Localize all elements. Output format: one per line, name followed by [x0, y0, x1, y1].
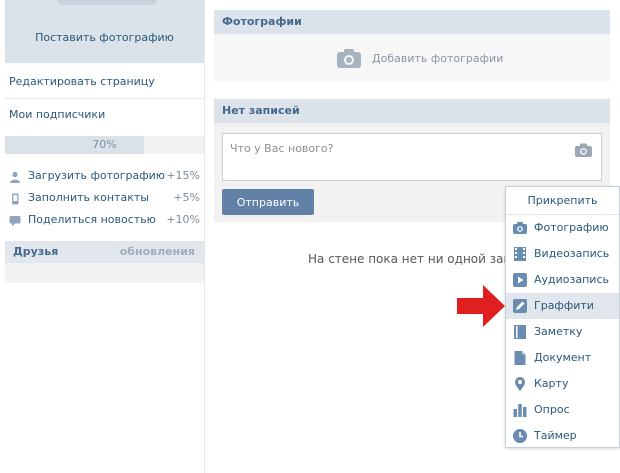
task-bonus: +5% [173, 191, 200, 204]
menu-label: Таймер [534, 429, 577, 442]
task-upload-photo[interactable]: Загрузить фотографию +15% [9, 169, 200, 185]
menu-label: Документ [534, 351, 592, 364]
profile-progress-bar: 70% [5, 136, 204, 154]
subscribers-link[interactable]: Мои подписчики [9, 108, 105, 121]
task-label: Загрузить фотографию [28, 169, 166, 182]
attach-document-item[interactable]: Документ [506, 345, 619, 371]
task-bonus: +10% [166, 213, 200, 226]
send-button[interactable]: Отправить [222, 189, 314, 215]
attach-menu: Прикрепить Фотографию Видеозапись Аудиоз… [505, 186, 620, 448]
menu-label: Фотографию [534, 221, 609, 234]
wall-header: Нет записей [214, 99, 610, 123]
attach-photo-item[interactable]: Фотографию [506, 215, 619, 241]
friends-updates-link[interactable]: обновления [120, 245, 195, 258]
set-photo-link[interactable]: Поставить фотографию [5, 31, 204, 44]
attach-photo-icon[interactable] [575, 143, 592, 157]
progress-percent: 70% [92, 138, 117, 151]
task-label: Поделиться новостью [28, 213, 156, 226]
task-label: Заполнить контакты [28, 191, 149, 204]
add-photos-label: Добавить фотографии [372, 52, 504, 65]
pencil-icon [513, 299, 527, 313]
play-icon [513, 273, 527, 287]
film-icon [514, 247, 526, 261]
photos-area: Добавить фотографии [214, 34, 610, 82]
note-icon [514, 325, 526, 339]
friends-title[interactable]: Друзья [13, 245, 58, 258]
photos-title[interactable]: Фотографии [222, 15, 302, 28]
wall-title: Нет записей [222, 104, 300, 117]
friends-header: Друзья обновления [5, 241, 204, 263]
menu-label: Карту [534, 377, 569, 390]
task-bonus: +15% [166, 169, 200, 182]
divider [5, 98, 204, 99]
attach-poll-item[interactable]: Опрос [506, 397, 619, 423]
empty-wall-text: На стене пока нет ни одной записи [308, 252, 534, 266]
document-icon [514, 351, 526, 365]
friends-list [5, 263, 204, 283]
menu-label: Видеозапись [534, 247, 610, 260]
camera-icon [513, 222, 527, 234]
attach-timer-item[interactable]: Таймер [506, 423, 619, 449]
menu-label: Граффити [534, 299, 594, 312]
clock-icon [513, 429, 527, 443]
photos-header: Фотографии [214, 10, 610, 34]
camera-icon [337, 49, 361, 68]
red-arrow-icon [457, 285, 505, 327]
attach-graffiti-item[interactable]: Граффити [506, 293, 619, 319]
task-fill-contacts[interactable]: Заполнить контакты +5% [9, 191, 200, 207]
avatar-placeholder[interactable]: Поставить фотографию [5, 0, 204, 63]
menu-label: Аудиозапись [534, 273, 609, 286]
map-pin-icon [515, 377, 525, 391]
menu-label: Заметку [534, 325, 583, 338]
phone-icon [12, 193, 19, 205]
edit-page-link[interactable]: Редактировать страницу [9, 75, 155, 88]
task-share-news[interactable]: Поделиться новостью +10% [9, 213, 200, 229]
menu-label: Опрос [534, 403, 570, 416]
user-icon [10, 171, 20, 183]
attach-video-item[interactable]: Видеозапись [506, 241, 619, 267]
poll-icon [513, 404, 527, 417]
attach-audio-item[interactable]: Аудиозапись [506, 267, 619, 293]
speech-bubble-icon [9, 216, 21, 227]
avatar-frame [57, 0, 157, 5]
post-input[interactable] [222, 133, 602, 181]
attach-map-item[interactable]: Карту [506, 371, 619, 397]
attach-menu-title[interactable]: Прикрепить [506, 187, 619, 215]
left-column: Поставить фотографию Редактировать стран… [0, 0, 205, 473]
attach-note-item[interactable]: Заметку [506, 319, 619, 345]
